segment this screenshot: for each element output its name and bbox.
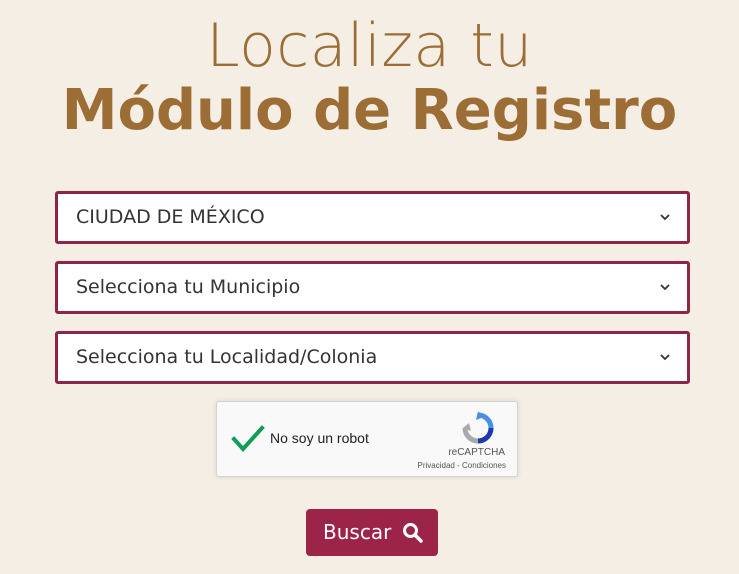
- page: Localiza tu Módulo de Registro CIUDAD DE…: [0, 0, 739, 574]
- recaptcha-brand: reCAPTCHA: [448, 447, 505, 458]
- chevron-down-icon: [660, 214, 670, 221]
- page-title-line1: Localiza tu: [206, 11, 533, 81]
- recaptcha-label: No soy un robot: [270, 430, 369, 446]
- state-select[interactable]: CIUDAD DE MÉXICO: [55, 191, 690, 244]
- localidad-select[interactable]: Selecciona tu Localidad/Colonia: [55, 331, 690, 384]
- recaptcha-widget: No soy un robot reCAPTCHA Privacidad - C…: [216, 401, 518, 477]
- search-button-label: Buscar: [323, 520, 392, 544]
- privacy-link[interactable]: Privacidad: [418, 461, 455, 470]
- chevron-down-icon: [660, 354, 670, 361]
- checkmark-icon[interactable]: [231, 422, 265, 456]
- terms-link[interactable]: Condiciones: [462, 461, 506, 470]
- chevron-down-icon: [660, 284, 670, 291]
- recaptcha-logo-icon: [462, 412, 494, 444]
- page-title-line2: Módulo de Registro: [61, 78, 678, 143]
- search-icon: [403, 523, 423, 543]
- state-select-value: CIUDAD DE MÉXICO: [76, 206, 265, 228]
- search-button[interactable]: Buscar: [306, 509, 438, 556]
- recaptcha-links: Privacidad - Condiciones: [418, 461, 507, 470]
- municipio-select[interactable]: Selecciona tu Municipio: [55, 261, 690, 314]
- municipio-select-value: Selecciona tu Municipio: [76, 276, 301, 298]
- link-separator: -: [454, 461, 462, 470]
- localidad-select-value: Selecciona tu Localidad/Colonia: [76, 346, 378, 368]
